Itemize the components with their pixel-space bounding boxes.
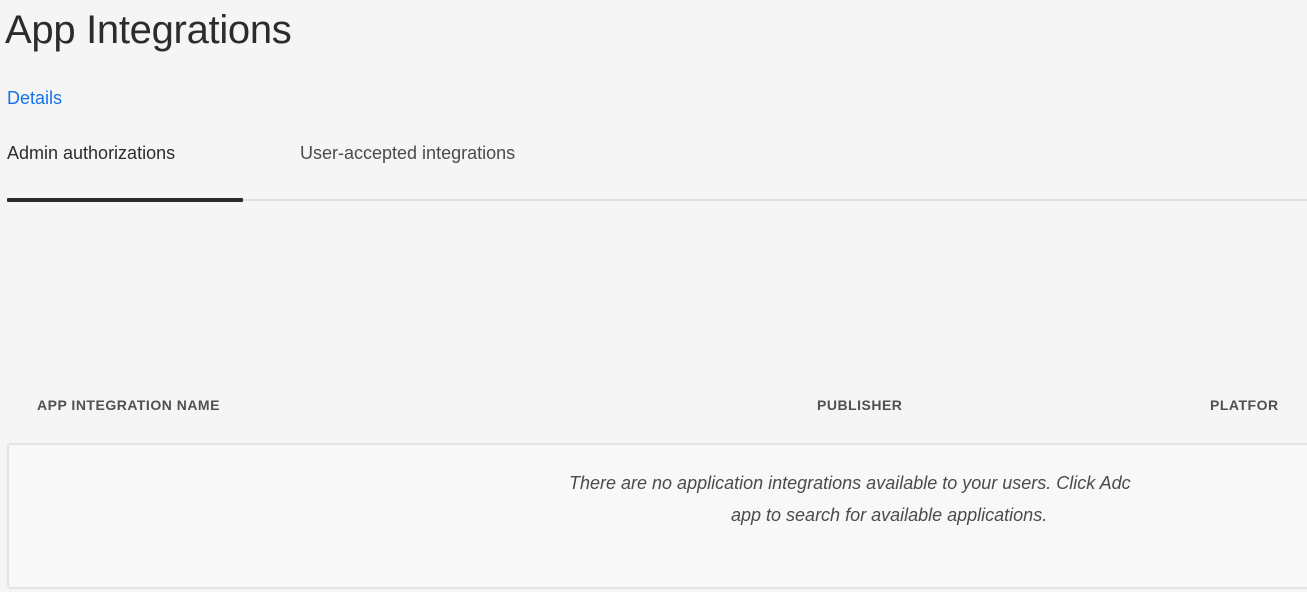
- empty-state-message-line-2: app to search for available applications…: [731, 505, 1048, 525]
- empty-state-panel: There are no application integrations av…: [7, 443, 1307, 589]
- tab-admin-authorizations[interactable]: Admin authorizations: [7, 139, 175, 167]
- empty-state-message-line-1: There are no application integrations av…: [569, 473, 1131, 493]
- tab-user-accepted-integrations[interactable]: User-accepted integrations: [300, 139, 515, 167]
- tab-list: Admin authorizations User-accepted integ…: [7, 139, 1307, 202]
- page-title: App Integrations: [5, 8, 292, 52]
- column-header-platform[interactable]: PLATFOR: [1210, 397, 1279, 413]
- selected-tab-indicator: [7, 198, 243, 202]
- empty-state-message: There are no application integrations av…: [569, 467, 1307, 531]
- column-header-publisher[interactable]: PUBLISHER: [817, 397, 902, 413]
- table-header: APP INTEGRATION NAME PUBLISHER PLATFOR: [7, 388, 1307, 428]
- details-link[interactable]: Details: [7, 86, 62, 110]
- column-header-app-integration-name[interactable]: APP INTEGRATION NAME: [37, 397, 220, 413]
